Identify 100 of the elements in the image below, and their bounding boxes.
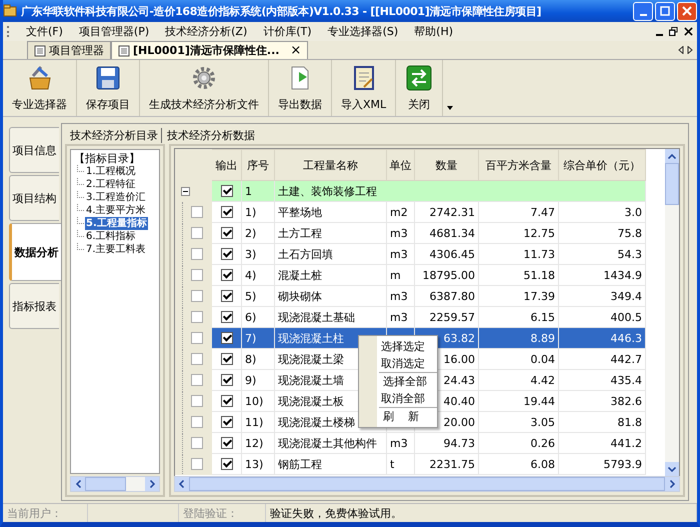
column-header[interactable]: 序号 (242, 150, 274, 180)
scroll-right-icon[interactable] (670, 480, 675, 488)
checkbox[interactable] (191, 416, 203, 428)
menu-item[interactable]: 取消全部 (359, 390, 437, 407)
toolbar-button[interactable]: 生成技术经济分析文件 (140, 60, 269, 116)
toolbar-button[interactable]: 专业选择器 (3, 60, 77, 116)
table-cell: 4306.45 (430, 248, 475, 260)
tree-item[interactable]: 1.工程概况 (85, 165, 137, 178)
menu-item[interactable]: 选择选定 (359, 338, 437, 355)
menu-item[interactable]: 文件(F) (18, 24, 71, 39)
checkbox[interactable] (220, 353, 232, 366)
panel-tab[interactable]: 技术经济分析数据 (162, 128, 260, 142)
table-cell: 442.7 (610, 352, 642, 366)
menu-item[interactable]: 计价库(T) (255, 24, 320, 39)
tree-item[interactable]: 5.工程量指标 (85, 217, 148, 230)
checkbox[interactable] (220, 248, 232, 260)
menu-item[interactable]: 项目管理器(P) (70, 24, 158, 39)
checkbox[interactable] (191, 248, 203, 260)
checkbox[interactable] (220, 395, 232, 408)
toolbar-button[interactable]: 保存项目 (77, 60, 140, 116)
side-tab[interactable]: 指标报表 (9, 283, 59, 329)
menu-item[interactable]: 选择全部 (379, 372, 437, 390)
table-cell: 75.8 (618, 226, 642, 240)
scroll-right-icon[interactable] (150, 480, 154, 488)
checkbox[interactable] (191, 227, 203, 240)
menu-item[interactable]: 取消选定 (359, 355, 437, 372)
tree-item[interactable]: 2.工程特征 (85, 178, 137, 191)
window-title: 广东华联软件科技有限公司-造价168造价指标系统(内部版本)V1.0.33 - [[HL0001]清远市保障性住房项目] (21, 4, 542, 18)
scroll-left-icon[interactable] (678, 46, 684, 54)
tree-item[interactable]: 7.主要工料表 (85, 243, 147, 256)
checkbox[interactable] (220, 332, 232, 344)
tab-close[interactable]: × (290, 43, 302, 58)
checkbox[interactable] (191, 206, 203, 218)
table-cell: 平整场地 (278, 206, 322, 218)
checkbox[interactable] (191, 269, 203, 282)
horizontal-scrollbar[interactable] (70, 476, 160, 492)
restore-icon[interactable] (669, 27, 678, 36)
checkbox[interactable] (191, 290, 203, 302)
checkbox[interactable] (220, 227, 232, 240)
checkbox[interactable] (191, 311, 203, 324)
menu-item[interactable]: 帮助(H) (406, 24, 462, 39)
scroll-left-icon[interactable] (76, 480, 80, 488)
checkbox[interactable] (220, 311, 232, 324)
vertical-scrollbar[interactable] (665, 149, 679, 476)
column-header[interactable]: 百平方米含量 (478, 150, 558, 180)
table-cell: 17.39 (524, 290, 555, 302)
close-button[interactable] (677, 2, 697, 20)
checkbox[interactable] (220, 269, 232, 282)
checkbox[interactable] (191, 332, 203, 344)
horizontal-scrollbar[interactable] (174, 476, 680, 492)
document-tab[interactable]: 项目管理器 (27, 41, 111, 59)
document-tab[interactable]: [HL0001]清远市保障性住... × (111, 41, 308, 59)
menu-item[interactable]: 专业选择器(S) (320, 24, 406, 39)
checkbox[interactable] (191, 437, 203, 450)
checkbox[interactable] (191, 395, 203, 408)
checkbox[interactable] (191, 458, 203, 470)
scroll-right-icon[interactable] (687, 46, 693, 54)
table-cell: 现浇混凝土基础 (278, 310, 355, 324)
checkbox[interactable] (220, 416, 232, 428)
checkbox[interactable] (220, 458, 232, 470)
side-tab[interactable]: 项目信息 (9, 127, 59, 173)
menu-item[interactable]: 技术经济分析(Z) (157, 24, 256, 39)
dropdown-caret-icon[interactable] (447, 106, 454, 110)
tree-root[interactable]: 【指标目录】 (74, 152, 159, 165)
tree-item[interactable]: 4.主要平方米 (85, 204, 147, 217)
checkbox[interactable] (220, 437, 232, 450)
scroll-up-icon[interactable] (668, 154, 676, 158)
column-header[interactable]: 数量 (414, 150, 478, 180)
table-cell: m3 (390, 226, 408, 240)
checkbox[interactable] (191, 374, 203, 386)
checkbox[interactable] (220, 206, 232, 218)
checkbox[interactable] (191, 353, 203, 366)
panel-tab[interactable]: 技术经济分析目录 (65, 128, 162, 142)
side-tab[interactable]: 数据分析 (9, 223, 61, 281)
scroll-thumb[interactable] (665, 163, 679, 205)
toolbar-button[interactable]: 关闭 (396, 60, 444, 116)
menu-item[interactable]: 刷 新 (379, 407, 437, 425)
column-header[interactable]: 单位 (386, 150, 414, 180)
scroll-down-icon[interactable] (668, 466, 676, 472)
column-header[interactable]: 输出 (212, 150, 242, 180)
checkbox[interactable] (220, 290, 232, 302)
side-tab[interactable]: 项目结构 (9, 175, 59, 221)
tree-item[interactable]: 6.工料指标 (85, 230, 137, 243)
minimize-button[interactable] (633, 2, 653, 20)
column-header[interactable]: 工程量名称 (274, 150, 386, 180)
column-header[interactable]: 综合单价（元） (558, 150, 646, 180)
scroll-left-icon[interactable] (179, 480, 184, 488)
checkbox[interactable] (220, 374, 232, 386)
toolbar-button[interactable]: 导出数据 (269, 60, 332, 116)
table-cell: 土建、装饰装修工程 (274, 180, 646, 202)
close-icon[interactable] (684, 27, 693, 36)
toolbar-button[interactable]: 导入XML (332, 60, 396, 116)
tree-item[interactable]: 3.工程造价汇 (85, 191, 147, 204)
table-cell: 现浇混凝土楼梯 (278, 416, 355, 428)
table-cell: 现浇混凝土其他构件 (278, 436, 377, 450)
table-cell: 6.15 (530, 310, 555, 324)
table-cell: 94.73 (444, 436, 475, 450)
checkbox[interactable] (220, 185, 232, 198)
collapse-toggle-icon[interactable] (181, 186, 190, 196)
maximize-button[interactable] (655, 2, 675, 20)
